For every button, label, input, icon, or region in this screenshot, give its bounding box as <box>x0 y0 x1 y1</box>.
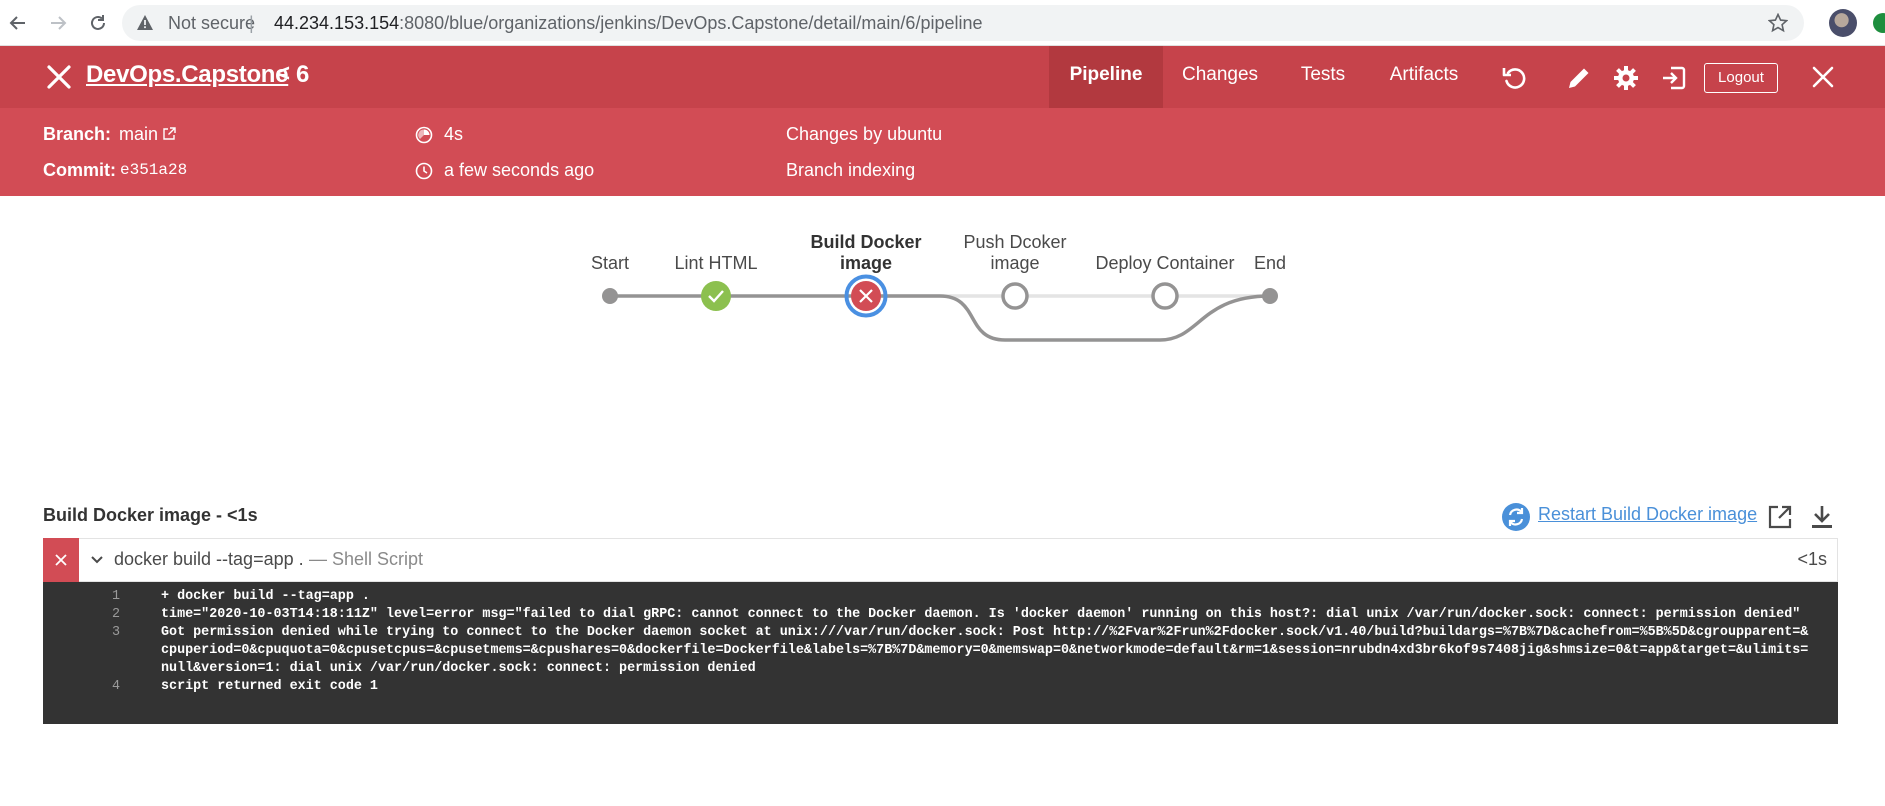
url-text[interactable]: 44.234.153.154:8080/blue/organizations/j… <box>274 13 983 34</box>
warning-icon[interactable] <box>136 14 154 32</box>
log-line-number[interactable]: 2 <box>43 606 120 624</box>
stage-label-line-1: Push Dcoker <box>963 232 1067 252</box>
log-console: 1 + docker build --tag=app . 2 time="202… <box>43 582 1838 724</box>
log-line-text: Got permission denied while trying to co… <box>161 625 1809 676</box>
step-status-failed <box>43 538 79 582</box>
run-summary: Branch: main Commit: e351a28 4s a few se… <box>0 108 1885 196</box>
step-type: — Shell Script <box>309 549 424 569</box>
close-run-icon[interactable] <box>1811 65 1835 89</box>
stage-label-line-2: image <box>839 253 893 273</box>
stage-node-build-docker-image[interactable] <box>844 274 888 318</box>
log-line-text: script returned exit code 1 <box>161 679 378 694</box>
tab-tests[interactable]: Tests <box>1293 46 1353 108</box>
log-line: 1 + docker build --tag=app . <box>43 588 1838 606</box>
back-button[interactable] <box>4 9 32 37</box>
duration-icon <box>415 126 433 144</box>
profile-avatar[interactable] <box>1829 9 1857 37</box>
log-line: 2 time="2020-10-03T14:18:11Z" level=erro… <box>43 606 1838 624</box>
url-host: 44.234.153.154 <box>274 13 400 33</box>
reload-icon <box>91 15 105 30</box>
failure-x-icon <box>55 554 67 566</box>
run-duration: 4s <box>444 124 464 144</box>
forward-arrow-icon <box>51 16 67 30</box>
address-bar[interactable]: Not secure | 44.234.153.154:8080/blue/or… <box>122 5 1804 41</box>
log-line-text: time="2020-10-03T14:18:11Z" level=error … <box>161 607 1801 622</box>
stage-label-start-text: Start <box>590 253 629 273</box>
restart-stage-icon[interactable] <box>1501 502 1531 532</box>
stage-node-push-docker-image[interactable] <box>1001 282 1029 310</box>
exit-to-classic-icon[interactable] <box>1660 64 1688 92</box>
log-line-number[interactable]: 4 <box>43 678 120 696</box>
clock-icon <box>415 162 433 180</box>
open-log-in-new-window-icon[interactable] <box>1767 504 1793 530</box>
pipeline-graph: Start Lint HTML Build Docker image Push D… <box>580 228 1300 358</box>
stage-label-line-1: Build Docker <box>810 232 922 252</box>
logout-button[interactable]: Logout <box>1704 63 1778 93</box>
browser-toolbar: Not secure | 44.234.153.154:8080/blue/or… <box>0 0 1885 46</box>
security-status[interactable]: Not secure <box>168 13 255 34</box>
stage-label-lint-html-text: Lint HTML <box>674 253 758 273</box>
breadcrumb-separator: < <box>276 60 291 87</box>
reload-button[interactable] <box>84 9 112 37</box>
log-line: 3 Got permission denied while trying to … <box>43 624 1838 678</box>
pipeline-name-link[interactable]: DevOps.Capstone <box>86 61 289 89</box>
bypass-connector <box>866 294 1271 342</box>
stage-label-end-text: End <box>1253 253 1287 273</box>
log-line: 4 script returned exit code 1 <box>43 678 1838 696</box>
bookmark-star-icon[interactable] <box>1768 13 1788 33</box>
gear-icon[interactable] <box>1612 64 1640 92</box>
address-separator: | <box>249 13 254 33</box>
step-row[interactable]: docker build --tag=app . — Shell Script … <box>43 538 1838 582</box>
log-line-number[interactable]: 3 <box>43 624 120 678</box>
url-path: :8080/blue/organizations/jenkins/DevOps.… <box>399 13 983 33</box>
run-header: DevOps.Capstone < 6 Pipeline Changes Tes… <box>0 46 1885 108</box>
changes-by: Changes by ubuntu <box>786 124 943 144</box>
run-start-time: a few seconds ago <box>444 160 595 180</box>
stage-label-end: End <box>1190 253 1350 274</box>
tab-changes[interactable]: Changes <box>1175 46 1265 108</box>
download-log-icon[interactable] <box>1810 504 1834 530</box>
log-line-text: + docker build --tag=app . <box>161 589 370 604</box>
stage-node-lint-html[interactable] <box>701 281 731 311</box>
step-duration: <1s <box>1797 549 1827 569</box>
end-node <box>1262 288 1278 304</box>
external-link-icon[interactable] <box>162 127 176 141</box>
forward-button[interactable] <box>44 9 72 37</box>
chevron-down-icon[interactable] <box>90 553 104 567</box>
run-number: 6 <box>296 61 310 88</box>
stage-label-build-docker-image[interactable]: Build Docker image <box>786 232 946 274</box>
run-cause: Branch indexing <box>786 160 916 180</box>
stage-label-line-2: image <box>990 253 1040 273</box>
commit-hash: e351a28 <box>120 161 188 179</box>
stage-label-lint-html[interactable]: Lint HTML <box>636 253 796 274</box>
restart-stage-link[interactable]: Restart Build Docker image <box>1538 504 1757 525</box>
tab-pipeline[interactable]: Pipeline <box>1049 46 1163 108</box>
close-icon[interactable] <box>44 62 74 92</box>
stage-detail-title: Build Docker image - <1s <box>43 505 258 525</box>
rerun-icon[interactable] <box>1500 64 1528 92</box>
commit-label: Commit: <box>43 160 116 180</box>
extension-icon[interactable] <box>1873 13 1885 33</box>
tab-artifacts[interactable]: Artifacts <box>1384 46 1464 108</box>
edit-pencil-icon[interactable] <box>1565 64 1593 92</box>
stage-label-push-docker-image[interactable]: Push Dcoker image <box>935 232 1095 274</box>
start-node <box>602 288 618 304</box>
branch-value[interactable]: main <box>119 124 158 145</box>
log-line-number[interactable]: 1 <box>43 588 120 606</box>
step-command: docker build --tag=app . <box>114 549 304 569</box>
branch-label: Branch: <box>43 124 112 144</box>
back-arrow-icon <box>9 16 25 30</box>
stage-node-deploy-container[interactable] <box>1151 282 1179 310</box>
